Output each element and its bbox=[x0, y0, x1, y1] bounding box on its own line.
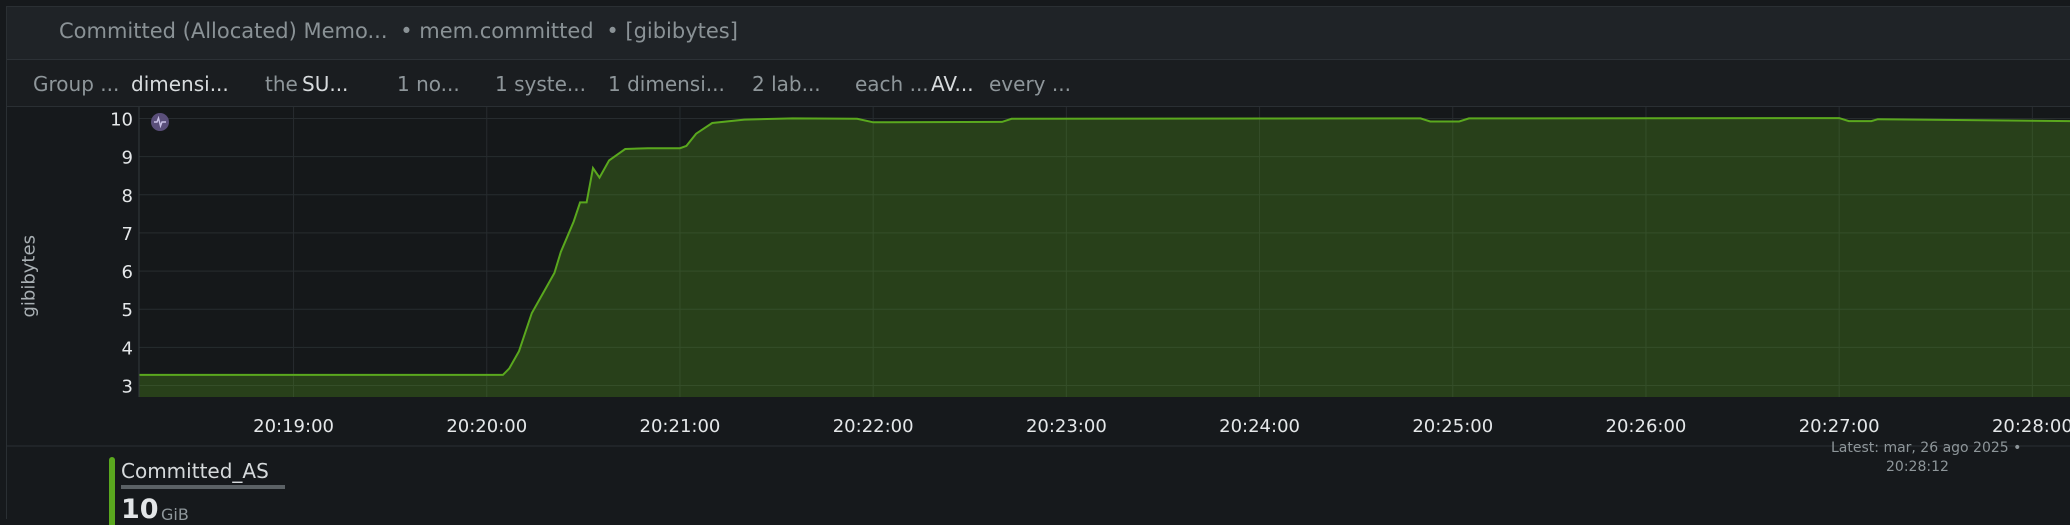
x-tick-label: 20:27:00 bbox=[1799, 416, 1880, 437]
y-tick-label: 10 bbox=[110, 109, 133, 130]
x-tick-label: 20:28:00 bbox=[1992, 416, 2070, 437]
x-tick-label: 20:21:00 bbox=[640, 416, 721, 437]
x-tick-label: 20:20:00 bbox=[446, 416, 527, 437]
x-tick-label: 20:22:00 bbox=[833, 416, 914, 437]
legend-dimension-name[interactable]: Committed_AS bbox=[121, 459, 269, 483]
chart-plot[interactable]: 3 4 5 6 7 8 9 10 20:19:00 20:20:00 20:21:00 20:22:0… bbox=[7, 7, 2070, 519]
x-tick-label: 20:23:00 bbox=[1026, 416, 1107, 437]
legend-underline bbox=[121, 485, 285, 489]
latest-label: Latest: bbox=[1831, 440, 1879, 456]
x-tick-label: 20:19:00 bbox=[253, 416, 334, 437]
x-tick-label: 20:26:00 bbox=[1606, 416, 1687, 437]
y-tick-label: 6 bbox=[122, 262, 133, 283]
x-tick-label: 20:25:00 bbox=[1412, 416, 1493, 437]
y-tick-label: 3 bbox=[122, 377, 133, 398]
chart-card: Committed (Allocated) Memo... • mem.comm… bbox=[6, 6, 2070, 525]
latest-time: 20:28:12 bbox=[1886, 459, 1949, 475]
legend-color-bar bbox=[109, 457, 115, 525]
latest-timestamp: Latest: mar, 26 ago 2025 • 20:28:12 bbox=[1831, 439, 2021, 477]
y-tick-label: 5 bbox=[122, 300, 133, 321]
latest-date: mar, 26 ago 2025 • bbox=[1883, 440, 2022, 456]
y-tick-label: 8 bbox=[122, 186, 133, 207]
pulse-icon bbox=[154, 116, 166, 128]
y-tick-label: 4 bbox=[122, 338, 133, 359]
legend-unit: GiB bbox=[161, 505, 189, 524]
legend-value: 10 bbox=[121, 494, 159, 525]
x-tick-label: 20:24:00 bbox=[1219, 416, 1300, 437]
y-tick-label: 9 bbox=[122, 148, 133, 169]
anomaly-badge[interactable] bbox=[151, 113, 169, 131]
y-tick-label: 7 bbox=[122, 224, 133, 245]
